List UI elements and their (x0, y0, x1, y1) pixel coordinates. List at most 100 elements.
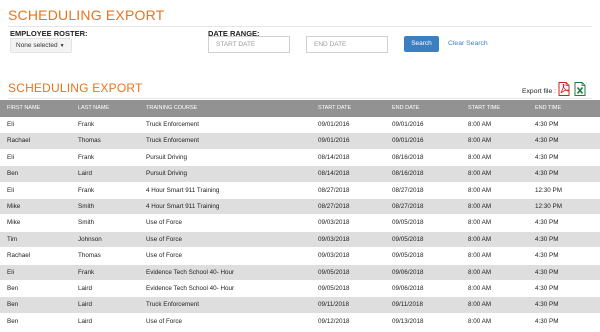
cell-last-name: Laird (78, 284, 93, 292)
cell-last-name: Thomas (78, 252, 101, 260)
cell-first-name: Rachael (7, 252, 31, 260)
column-header-end-time: END TIME (535, 105, 562, 111)
cell-last-name: Frank (78, 121, 95, 128)
cell-end-date: 09/06/2018 (392, 284, 424, 292)
column-header-start-date: START DATE (318, 105, 352, 111)
start-date-input[interactable]: START DATE (208, 36, 290, 53)
cell-start-date: 09/03/2018 (318, 219, 350, 227)
cell-start-date: 09/01/2016 (318, 121, 350, 128)
cell-last-name: Frank (78, 186, 95, 194)
cell-first-name: Mike (7, 202, 21, 210)
cell-start-date: 09/11/2018 (318, 301, 350, 309)
cell-last-name: Laird (78, 170, 93, 178)
cell-end-date: 09/13/2018 (392, 317, 424, 325)
cell-training-course: Evidence Tech School 40- Hour (146, 284, 235, 292)
cell-first-name: Mike (7, 219, 21, 227)
cell-end-date: 09/06/2018 (392, 268, 424, 276)
export-file-label: Export file : (522, 88, 556, 95)
cell-start-date: 08/27/2018 (318, 186, 350, 194)
cell-first-name: Ben (7, 284, 19, 292)
clear-search-link[interactable]: Clear Search (448, 40, 488, 47)
table-row: Ben Laird Truck Enforcement 09/11/2018 09/11… (0, 297, 600, 314)
cell-start-date: 08/14/2018 (318, 170, 350, 178)
table-row: Eli Frank Pursuit Driving 08/14/2018 08/16/2… (0, 149, 600, 167)
table-row: Tim Johnson Use of Force 09/03/2018 09/05/20… (0, 231, 600, 249)
cell-training-course: 4 Hour Smart 911 Training (146, 186, 220, 194)
scheduling-table: FIRST NAME LAST NAME TRAINING COURSE STA… (0, 100, 600, 331)
cell-end-date: 08/16/2018 (392, 170, 424, 178)
cell-start-date: 09/12/2018 (318, 317, 350, 325)
cell-first-name: Ben (7, 301, 19, 309)
cell-end-date: 09/05/2018 (392, 235, 424, 243)
cell-end-date: 09/05/2018 (392, 219, 424, 227)
table-row: Eli Frank Truck Enforcement 09/01/2016 09/01… (0, 117, 600, 134)
cell-training-course: Use of Force (146, 252, 183, 260)
cell-start-time: 8:00 AM (468, 268, 492, 276)
cell-start-time: 8:00 AM (468, 170, 492, 178)
cell-end-time: 4:30 PM (535, 317, 559, 325)
caret-down-icon: ▼ (59, 43, 65, 49)
cell-start-date: 09/01/2016 (318, 137, 350, 145)
excel-file-icon[interactable] (574, 82, 586, 96)
cell-start-time: 8:00 AM (468, 317, 492, 325)
cell-end-time: 4:30 PM (535, 301, 559, 309)
cell-start-time: 8:00 AM (468, 219, 492, 227)
cell-last-name: Laird (78, 317, 93, 325)
column-header-start-time: START TIME (468, 105, 500, 111)
table-row: Ben Laird Pursuit Driving 08/14/2018 08/16/2… (0, 166, 600, 183)
pdf-file-icon[interactable] (558, 82, 570, 96)
cell-first-name: Rachael (7, 137, 31, 145)
cell-training-course: 4 Hour Smart 911 Training (146, 202, 220, 210)
table-row: Mike Smith Use of Force 09/03/2018 09/05/201… (0, 215, 600, 232)
cell-end-date: 09/05/2018 (392, 252, 424, 260)
cell-start-time: 8:00 AM (468, 284, 492, 292)
section-divider (8, 98, 592, 99)
cell-end-time: 4:30 PM (535, 153, 559, 161)
table-row: Ben Laird Evidence Tech School 40- Hour 09/… (0, 280, 600, 298)
end-date-input[interactable]: END DATE (306, 36, 388, 53)
cell-end-time: 4:30 PM (535, 268, 559, 276)
cell-last-name: Frank (78, 153, 95, 161)
cell-end-date: 09/11/2018 (392, 301, 424, 309)
table-row: Mike Smith 4 Hour Smart 911 Training 08/27/… (0, 198, 600, 216)
cell-start-date: 08/14/2018 (318, 153, 350, 161)
cell-end-time: 4:30 PM (535, 219, 559, 227)
cell-start-time: 8:00 AM (468, 121, 492, 128)
column-header-first-name: FIRST NAME (7, 105, 41, 111)
cell-end-time: 4:30 PM (535, 121, 559, 128)
table-row: Rachael Thomas Use of Force 09/03/2018 09/05… (0, 248, 600, 265)
cell-start-date: 09/05/2018 (318, 268, 350, 276)
cell-training-course: Pursuit Driving (146, 153, 187, 161)
cell-end-date: 08/27/2018 (392, 186, 424, 194)
cell-last-name: Smith (78, 219, 95, 227)
title-divider (8, 26, 592, 27)
search-button[interactable]: Search (404, 36, 439, 52)
cell-last-name: Smith (78, 202, 95, 210)
cell-training-course: Truck Enforcement (146, 137, 199, 145)
cell-start-time: 8:00 AM (468, 252, 492, 260)
cell-training-course: Use of Force (146, 317, 183, 325)
table-row: Ben Laird Use of Force 09/12/2018 09/13/2018… (0, 313, 600, 331)
cell-end-time: 12:30 PM (535, 202, 562, 210)
cell-end-time: 12:30 PM (535, 186, 562, 194)
cell-training-course: Truck Enforcement (146, 121, 199, 128)
table-body: Eli Frank Truck Enforcement 09/01/2016 09/01… (0, 117, 600, 331)
cell-start-date: 09/05/2018 (318, 284, 350, 292)
employee-roster-dropdown[interactable]: None selected ▼ (10, 38, 72, 53)
column-header-last-name: LAST NAME (78, 105, 110, 111)
cell-start-date: 09/03/2018 (318, 235, 350, 243)
cell-end-date: 09/01/2016 (392, 137, 424, 145)
table-header: FIRST NAME LAST NAME TRAINING COURSE STA… (0, 100, 600, 117)
page-title: SCHEDULING EXPORT (8, 7, 165, 23)
cell-start-time: 8:00 AM (468, 301, 492, 309)
table-row: Eli Frank 4 Hour Smart 911 Training 08/27/2… (0, 182, 600, 199)
cell-training-course: Use of Force (146, 219, 183, 227)
employee-roster-label: EMPLOYEE ROSTER: (10, 29, 88, 38)
cell-first-name: Ben (7, 317, 19, 325)
cell-start-date: 09/03/2018 (318, 252, 350, 260)
cell-end-date: 08/16/2018 (392, 153, 424, 161)
cell-first-name: Eli (7, 186, 14, 194)
cell-end-date: 09/01/2016 (392, 121, 424, 128)
cell-first-name: Eli (7, 153, 14, 161)
cell-training-course: Pursuit Driving (146, 170, 187, 178)
